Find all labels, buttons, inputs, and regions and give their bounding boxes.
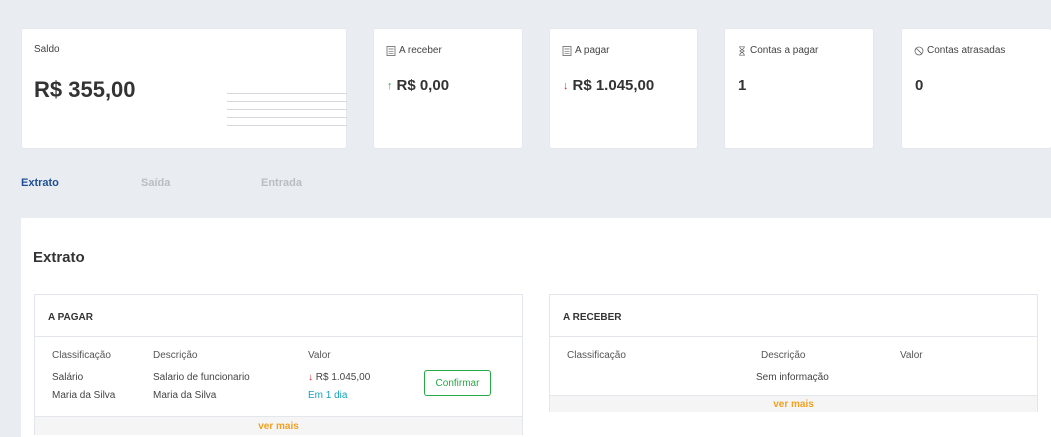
arrow-up-icon: ↑ [387,79,393,92]
ver-mais-pagar-link[interactable]: ver mais [35,416,522,435]
a-receber-header: A RECEBER [550,295,1037,337]
a-pagar-box: A PAGAR Classificação Descrição Valor Sa… [34,294,523,435]
row-prazo: Em 1 dia [308,390,348,401]
row-classificacao-sub: Maria da Silva [52,390,116,401]
arrow-down-icon: ↓ [308,372,313,383]
a-pagar-label: A pagar [575,45,610,56]
row-descricao-sub: Maria da Silva [153,390,217,401]
calculator-icon [562,45,572,56]
a-receber-box: A RECEBER Classificação Descrição Valor … [549,294,1038,412]
saldo-value: R$ 355,00 [34,77,136,102]
saldo-card: Saldo R$ 355,00 [21,28,347,149]
column-header-classificacao: Classificação [567,350,626,361]
confirmar-button[interactable]: Confirmar [424,370,491,396]
a-receber-label: A receber [399,45,442,56]
column-header-valor: Valor [900,350,923,361]
row-descricao: Salario de funcionario [153,372,250,383]
a-pagar-value: R$ 1.045,00 [572,77,655,94]
row-classificacao: Salário [52,372,84,383]
contas-a-pagar-label: Contas a pagar [750,45,819,56]
saldo-sparkline [227,93,347,133]
saldo-label: Saldo [34,44,60,55]
empty-state: Sem informação [756,372,829,383]
contas-atrasadas-value: 0 [915,77,924,94]
tab-extrato[interactable]: Extrato [21,177,141,189]
contas-a-pagar-value: 1 [738,77,747,94]
hourglass-icon [739,45,745,56]
arrow-down-icon: ↓ [563,79,569,92]
contas-atrasadas-label: Contas atrasadas [927,45,1006,56]
a-receber-card: A receber ↑ R$ 0,00 [373,28,523,149]
a-pagar-card: A pagar ↓ R$ 1.045,00 [549,28,698,149]
ban-icon [914,46,924,55]
tabs: Extrato Saída Entrada [21,177,381,189]
contas-atrasadas-card: Contas atrasadas 0 [901,28,1051,149]
calculator-icon [386,45,396,56]
row-valor: R$ 1.045,00 [315,372,371,383]
tab-saida[interactable]: Saída [141,177,261,189]
contas-a-pagar-card: Contas a pagar 1 [724,28,874,149]
column-header-descricao: Descrição [153,350,198,361]
a-pagar-header: A PAGAR [35,295,522,337]
a-receber-value: R$ 0,00 [396,77,450,94]
tab-entrada[interactable]: Entrada [261,177,381,189]
ver-mais-receber-link[interactable]: ver mais [550,395,1037,412]
column-header-descricao: Descrição [761,350,806,361]
column-header-valor: Valor [308,350,331,361]
panel-title: Extrato [33,249,85,266]
column-header-classificacao: Classificação [52,350,111,361]
extrato-panel: Extrato A PAGAR Classificação Descrição … [21,218,1051,437]
